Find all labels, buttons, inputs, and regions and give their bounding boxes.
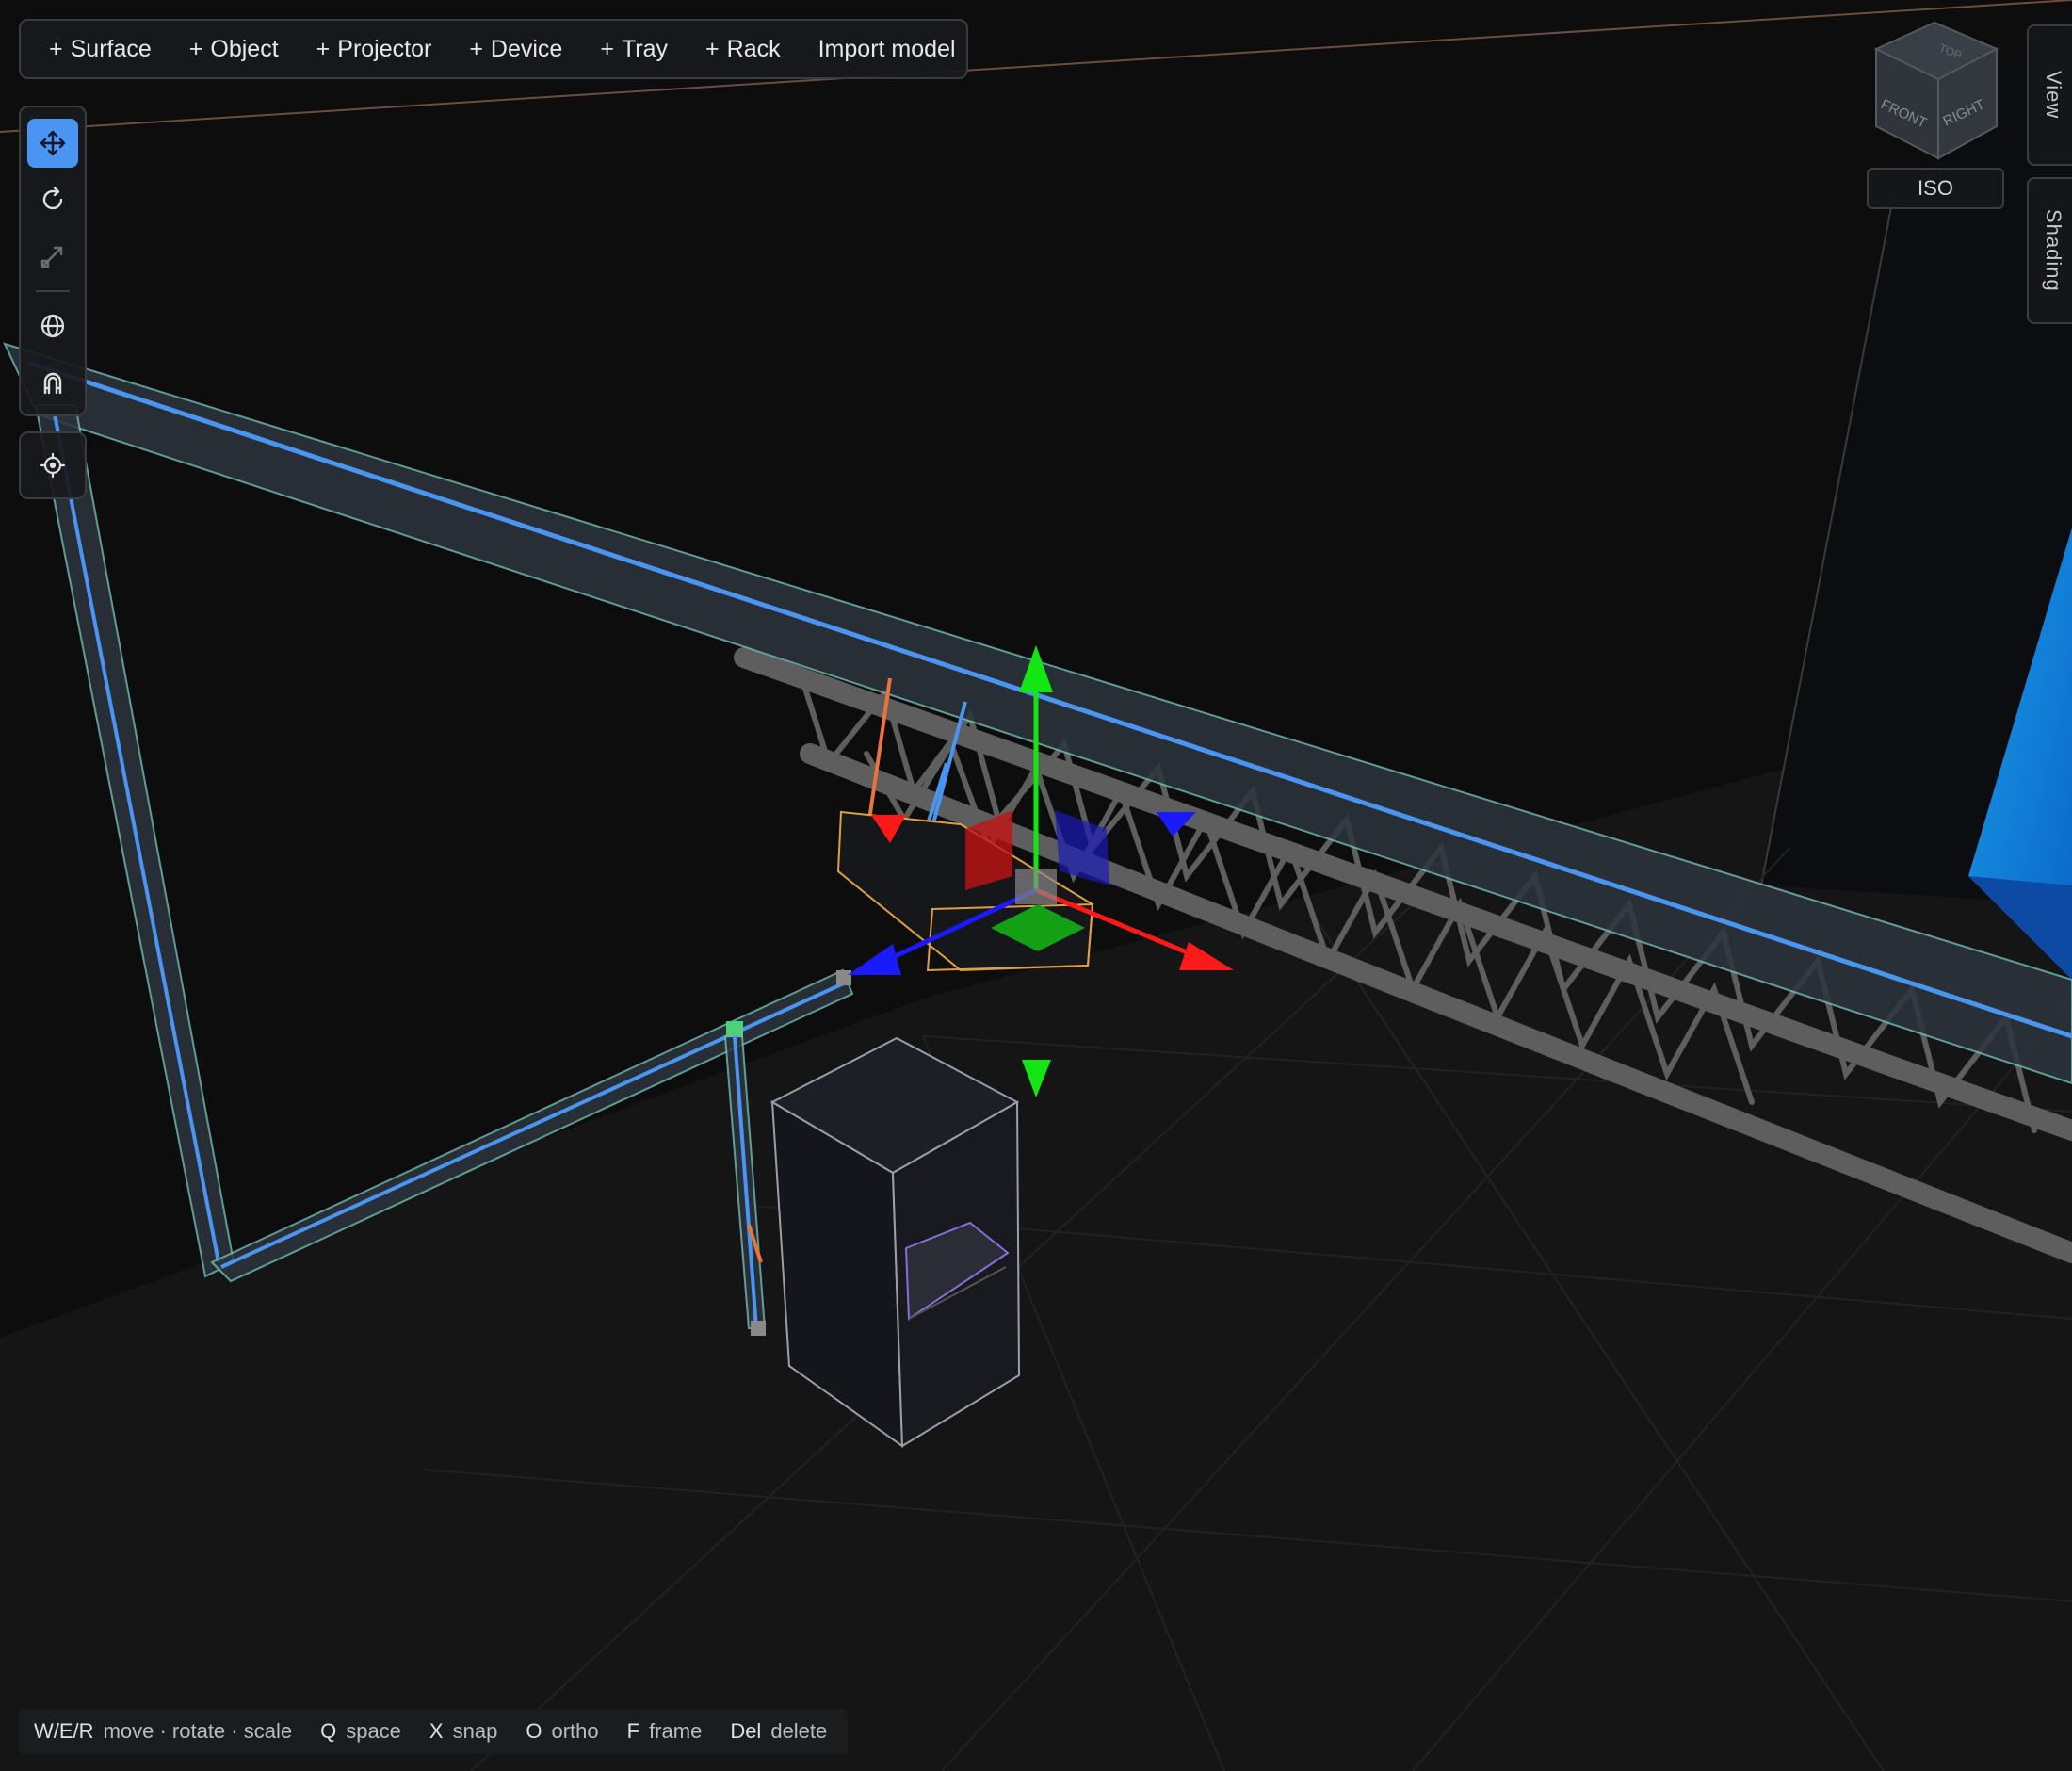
viewport-3d[interactable] [0, 0, 2072, 1771]
world-space-toggle[interactable] [27, 301, 78, 350]
add-tray-button[interactable]: + Tray [581, 21, 687, 77]
shortcut-desc: delete [770, 1719, 828, 1743]
add-surface-label: Surface [70, 35, 152, 62]
shortcut-hints-bar: W/E/R move · rotate · scale Qspace Xsnap … [19, 1709, 848, 1754]
add-object-label: Object [210, 35, 279, 62]
gizmo-center [1015, 869, 1057, 904]
shortcut-key: W/E/R [34, 1719, 94, 1743]
add-object-button[interactable]: + Object [170, 21, 298, 77]
add-projector-label: Projector [337, 35, 432, 62]
add-projector-button[interactable]: + Projector [298, 21, 451, 77]
shortcut-desc: move · rotate · scale [103, 1719, 293, 1743]
iso-view-button[interactable]: ISO [1867, 168, 2004, 209]
plus-icon: + [316, 35, 331, 62]
add-rack-label: Rack [726, 35, 781, 62]
shortcut-hint: Qspace [320, 1719, 401, 1744]
shortcut-key: Q [320, 1719, 337, 1743]
shortcut-hint: Oortho [526, 1719, 598, 1744]
crosshair-icon [40, 452, 66, 479]
shortcut-hint: Xsnap [429, 1719, 497, 1744]
shortcut-desc: frame [649, 1719, 703, 1743]
magnet-icon [43, 372, 62, 395]
shortcut-key: F [626, 1719, 640, 1743]
import-model-label: Import model [817, 35, 956, 62]
plus-icon: + [469, 35, 483, 62]
scale-tool-button[interactable] [27, 232, 78, 281]
tool-divider [36, 290, 70, 292]
shortcut-key: X [429, 1719, 444, 1743]
frame-selection-button[interactable] [27, 441, 78, 490]
globe-icon [40, 314, 65, 338]
shortcut-hint: Fframe [627, 1719, 703, 1744]
transform-tools-panel [19, 106, 87, 416]
top-toolbar: + Surface + Object + Projector + Device + Tra… [19, 19, 968, 79]
shortcut-desc: ortho [551, 1719, 599, 1743]
scale-icon [40, 246, 63, 268]
shortcut-desc: space [346, 1719, 401, 1743]
view-cube[interactable]: TOP FRONT RIGHT [1867, 21, 2006, 160]
plus-icon: + [705, 35, 720, 62]
add-device-label: Device [490, 35, 563, 62]
shortcut-desc: snap [452, 1719, 498, 1743]
shortcut-key: O [526, 1719, 542, 1743]
rotate-tool-button[interactable] [27, 175, 78, 224]
shading-panel-tab[interactable]: Shading [2027, 177, 2072, 324]
move-icon [40, 130, 66, 156]
view-tab-label: View [2042, 71, 2065, 120]
frame-panel [19, 431, 87, 499]
add-rack-button[interactable]: + Rack [687, 21, 800, 77]
add-device-button[interactable]: + Device [450, 21, 581, 77]
shading-tab-label: Shading [2042, 209, 2065, 292]
plus-icon: + [49, 35, 63, 62]
add-surface-button[interactable]: + Surface [30, 21, 170, 77]
view-panel-tab[interactable]: View [2027, 24, 2072, 166]
shortcut-hint: Del delete [730, 1719, 827, 1744]
snap-toggle[interactable] [27, 358, 78, 407]
plus-icon: + [188, 35, 203, 62]
move-tool-button[interactable] [27, 119, 78, 168]
shortcut-key: Del [730, 1719, 762, 1743]
add-tray-label: Tray [621, 35, 669, 62]
plus-icon: + [600, 35, 614, 62]
import-model-button[interactable]: Import model [800, 21, 975, 77]
shortcut-hint: W/E/R move · rotate · scale [34, 1719, 292, 1744]
rotate-icon [42, 187, 63, 210]
